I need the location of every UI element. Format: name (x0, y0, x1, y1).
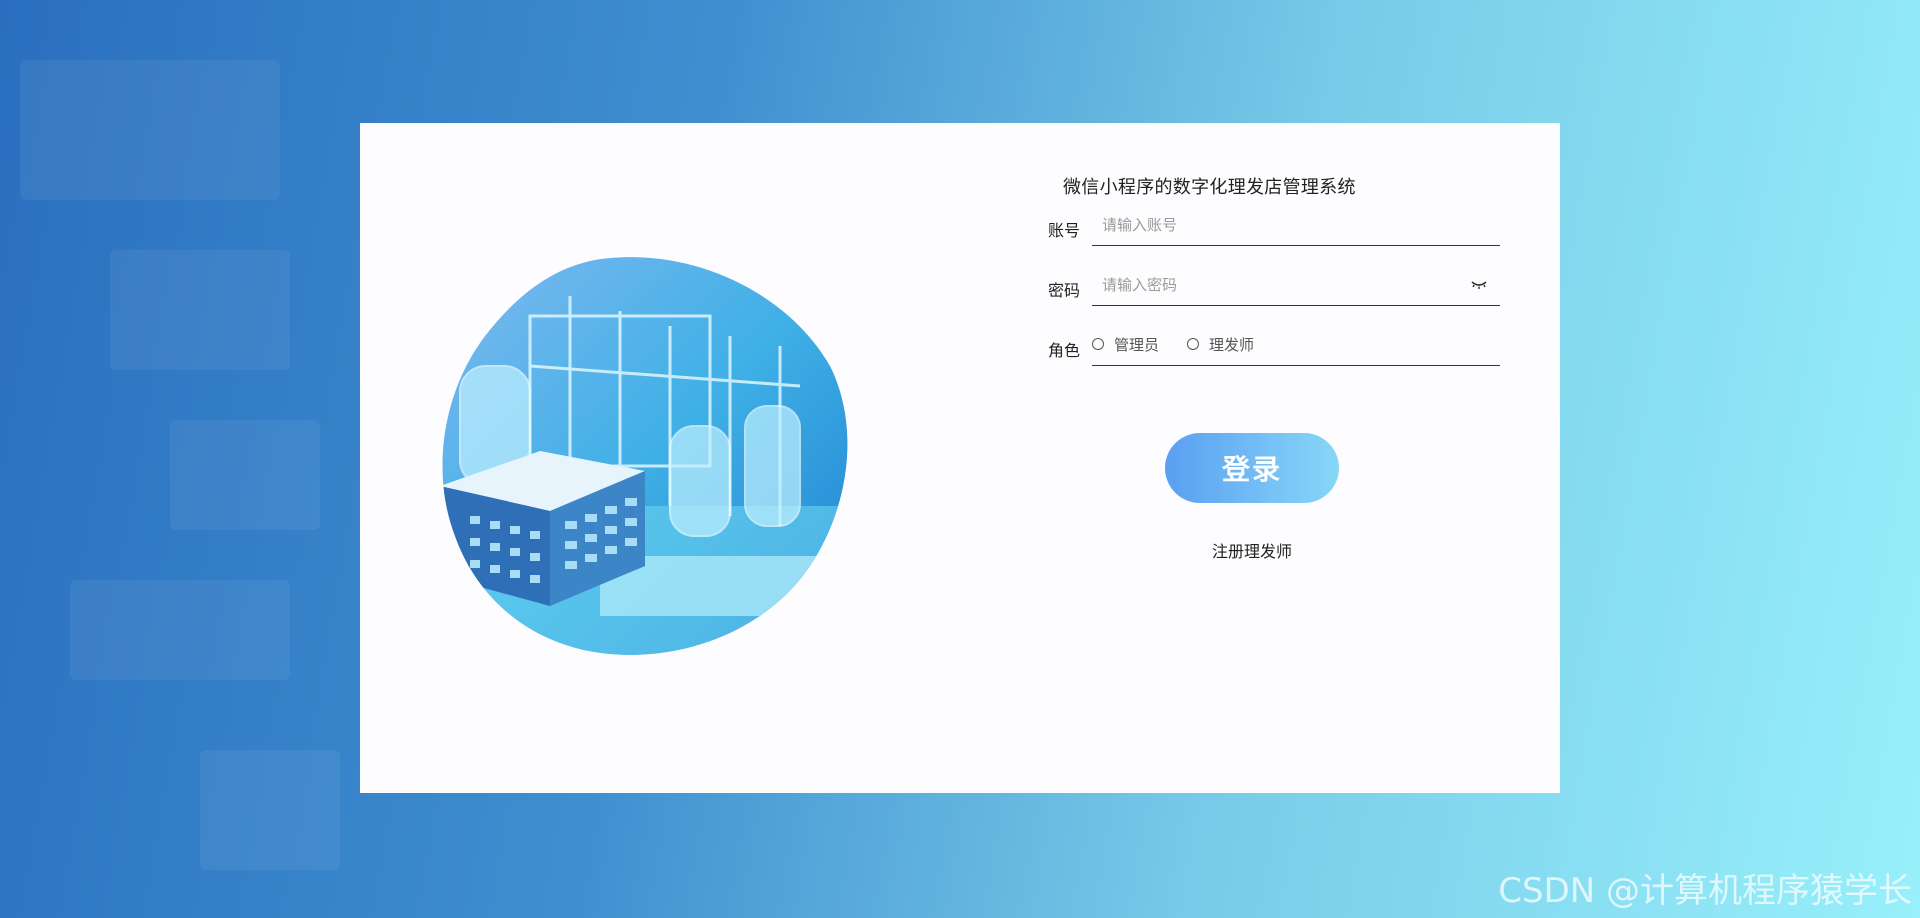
background-decoration (110, 250, 290, 370)
password-row: 密码 (1048, 263, 1500, 307)
password-input[interactable] (1100, 271, 1464, 299)
role-row: 角色 管理员 理发师 (1048, 323, 1500, 367)
role-radio-group: 管理员 理发师 (1092, 323, 1282, 365)
password-label: 密码 (1048, 281, 1081, 300)
role-radio-label: 理发师 (1209, 335, 1255, 354)
role-field: 管理员 理发师 (1092, 323, 1500, 366)
radio-circle[interactable] (1092, 338, 1104, 350)
account-label: 账号 (1048, 221, 1081, 240)
radio-circle[interactable] (1187, 338, 1200, 350)
login-card: 微信小程序的数字化理发店管理系统 账号 密码 角色 管理员 (360, 123, 1560, 793)
role-radio-label: 管理员 (1114, 335, 1160, 354)
role-radio-barber[interactable]: 理发师 (1187, 334, 1254, 355)
watermark: CSDN @计算机程序猿学长 (1498, 871, 1912, 911)
account-input[interactable] (1100, 211, 1464, 239)
eye-closed-icon[interactable] (1470, 277, 1488, 291)
page-title: 微信小程序的数字化理发店管理系统 (1063, 177, 1356, 198)
background-decoration (200, 750, 340, 870)
login-button[interactable]: 登录 (1165, 433, 1339, 503)
role-radio-admin[interactable]: 管理员 (1092, 334, 1159, 355)
account-row: 账号 (1048, 203, 1500, 247)
register-barber-link[interactable]: 注册理发师 (1212, 538, 1292, 562)
background-decoration (170, 420, 320, 530)
role-label: 角色 (1048, 341, 1081, 360)
background-decoration (20, 60, 280, 200)
hero-illustration (442, 257, 848, 655)
background-decoration (70, 580, 290, 680)
account-field (1092, 203, 1500, 246)
password-field (1092, 263, 1500, 306)
